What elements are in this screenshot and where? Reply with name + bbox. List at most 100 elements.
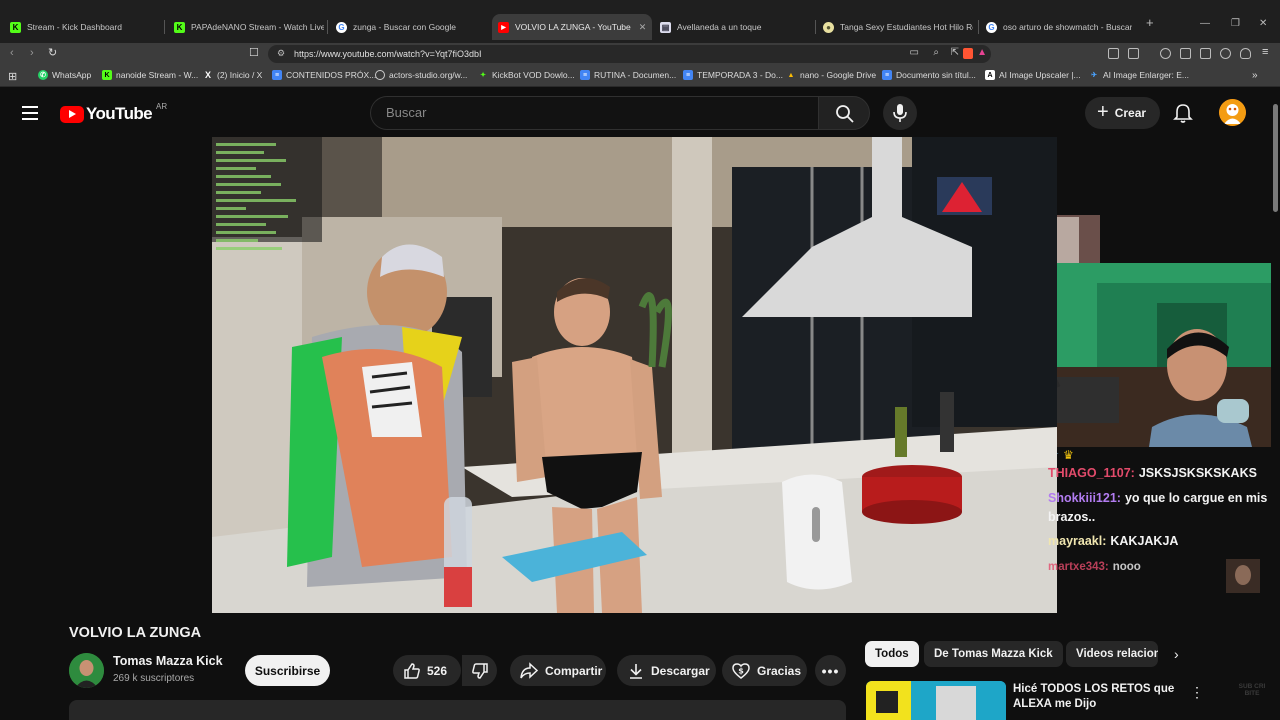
bookmark-x[interactable]: X (2) Inicio / X [203,70,262,80]
recommendation-thumbnail[interactable] [866,681,1006,720]
bookmark-rutina[interactable]: ≡ RUTINA - Documen... [580,70,676,80]
subscribe-watermark[interactable]: SUB CRI BITE [1238,683,1266,697]
share-button[interactable]: Compartir [510,655,606,686]
browser-tab-kick-dashboard[interactable]: K Stream - Kick Dashboard [10,16,160,38]
chip-all[interactable]: Todos [865,641,919,667]
tab-title: oso arturo de showmatch - Buscar c [1003,22,1132,32]
scrollbar-thumb[interactable] [1273,104,1278,212]
search-input[interactable]: Buscar [370,96,818,130]
bookmark-ai-enlarger[interactable]: ✈ AI Image Enlarger: E... [1089,70,1189,80]
minimize-icon[interactable]: — [1200,18,1210,29]
x-icon: X [204,70,211,80]
ai-icon: ✈ [1091,72,1097,79]
chat-text: nooo [1112,561,1141,573]
bookmarks-bar: ⊞ ✆ WhatsApp Knanoide Stream - W... X (2) … [0,65,1280,87]
vpn-shield-icon[interactable] [1240,48,1251,59]
tab-title: VOLVIO LA ZUNGA - YouTube [515,22,631,32]
wallet-icon[interactable] [1200,48,1211,59]
avatar-image [1219,99,1246,126]
bookmark-nanoide[interactable]: Knanoide Stream - W... [102,70,198,80]
bookmark-actors-studio[interactable]: actors-studio.org/w... [375,70,467,80]
search-button[interactable] [818,96,870,130]
subscribe-button[interactable]: Suscribirse [245,655,330,686]
extension-icon[interactable] [1108,48,1119,59]
close-window-icon[interactable]: ✕ [1259,18,1267,29]
tab-title: Avellaneda a un toque [677,22,762,32]
share-page-icon[interactable]: ⇱ [951,47,959,58]
download-icon [630,663,642,679]
reload-icon[interactable]: ↻ [48,46,57,59]
tab-title: PAPAdeNANO Stream - Watch Live o [191,22,324,32]
subscriber-count: 269 k suscriptores [113,673,195,684]
page-scrollbar[interactable] [1271,88,1280,720]
more-horizontal-icon: ••• [821,662,840,679]
zoom-icon[interactable]: ⌕ [933,47,939,58]
youtube-logo[interactable]: YouTube AR [60,102,167,124]
dislike-button[interactable] [462,655,497,686]
bookmark-star-icon[interactable]: ☐ [249,46,259,59]
back-icon[interactable]: ‹ [10,47,14,59]
like-count: 526 [427,663,448,678]
browser-tab-youtube-active[interactable]: ▶ VOLVIO LA ZUNGA - YouTube ✕ [492,14,652,40]
video-frame [212,137,1057,613]
more-actions-button[interactable]: ••• [815,655,846,686]
apps-grid-icon[interactable]: ⊞ [8,70,17,83]
bookmark-ai-upscaler[interactable]: A AI Image Upscaler |... [985,70,1081,80]
account-avatar[interactable] [1219,99,1246,126]
bookmark-google-drive[interactable]: ▲ nano - Google Drive [786,70,877,80]
chat-message: THIAGO_1107: JSKSJSKSKSKAKS [1048,464,1273,483]
video-player[interactable] [212,137,1057,613]
chip-related[interactable]: Videos relacion [1066,641,1158,667]
url-text: https://www.youtube.com/watch?v=Yqt7fiO3… [294,49,482,59]
channel-name[interactable]: Tomas Mazza Kick [113,654,223,668]
browser-tab-oso-arturo[interactable]: G oso arturo de showmatch - Buscar c [986,16,1132,38]
leo-ai-icon[interactable] [1220,48,1231,59]
bookmark-temporada[interactable]: ≡ TEMPORADA 3 - Do... [683,70,783,80]
more-vertical-icon[interactable]: ⋮ [1190,684,1204,701]
restore-icon[interactable]: ❐ [1231,18,1240,29]
close-tab-icon[interactable]: ✕ [639,22,647,33]
chevron-right-icon[interactable]: › [1174,646,1179,662]
create-button[interactable]: + Crear [1085,97,1160,129]
recommendation-title[interactable]: Hicé TODOS LOS RETOS que ALEXA me Dijo [1013,682,1178,712]
google-icon: G [336,21,347,33]
plus-icon: + [1097,100,1109,123]
voice-search-button[interactable] [883,96,917,130]
screenshot-ext-icon[interactable] [1128,48,1139,59]
download-button[interactable]: Descargar [617,655,716,686]
channel-avatar[interactable] [69,653,104,688]
hamburger-menu-icon[interactable] [22,106,38,120]
thumbnail-image [866,681,1006,720]
sidebar-icon[interactable] [1180,48,1191,59]
new-tab-plus-icon[interactable]: + [1146,15,1154,30]
whatsapp-icon: ✆ [38,70,48,80]
browser-tab-tanga[interactable]: ● Tanga Sexy Estudiantes Hot Hilo Re [823,16,973,38]
address-bar[interactable]: ⚙ https://www.youtube.com/watch?v=Yqt7fi… [268,45,991,63]
browser-tab-avellaneda[interactable]: ▤ Avellaneda a un toque [660,16,810,38]
more-bookmarks-icon[interactable]: » [1252,70,1258,81]
youtube-icon: ▶ [498,21,509,33]
chip-from-channel[interactable]: De Tomas Mazza Kick [924,641,1063,667]
svg-text:$: $ [738,666,744,675]
bookmark-whatsapp[interactable]: ✆ WhatsApp [38,70,91,80]
forward-icon[interactable]: › [30,47,34,59]
kick-icon: K [174,21,185,33]
page-icon: ● [823,21,834,33]
docs-icon: ≡ [882,70,892,80]
description-box[interactable] [69,700,846,720]
site-info-icon[interactable]: ⚙ [277,48,285,59]
bookmark-documento[interactable]: ≡ Documento sin títul... [882,70,976,80]
browser-tab-papadenano[interactable]: K PAPAdeNANO Stream - Watch Live o [174,16,324,38]
docs-icon: ≡ [272,70,282,80]
music-ext-icon[interactable] [1160,48,1171,59]
like-button[interactable]: 526 [393,655,461,686]
brave-rewards-icon[interactable]: ▲ [977,47,987,58]
cast-icon[interactable]: ▭ [910,47,919,58]
browser-tab-google-zunga[interactable]: G zunga - Buscar con Google [336,16,486,38]
notifications-bell-icon[interactable] [1172,102,1194,124]
bookmark-contenidos[interactable]: ≡ CONTENIDOS PRÓX... [272,70,376,80]
menu-icon[interactable]: ≡ [1262,46,1268,58]
bookmark-kickbot[interactable]: ✦ KickBot VOD Dowlo... [478,70,575,80]
thanks-button[interactable]: $ Gracias [722,655,807,686]
brave-shield-icon[interactable] [963,48,973,59]
